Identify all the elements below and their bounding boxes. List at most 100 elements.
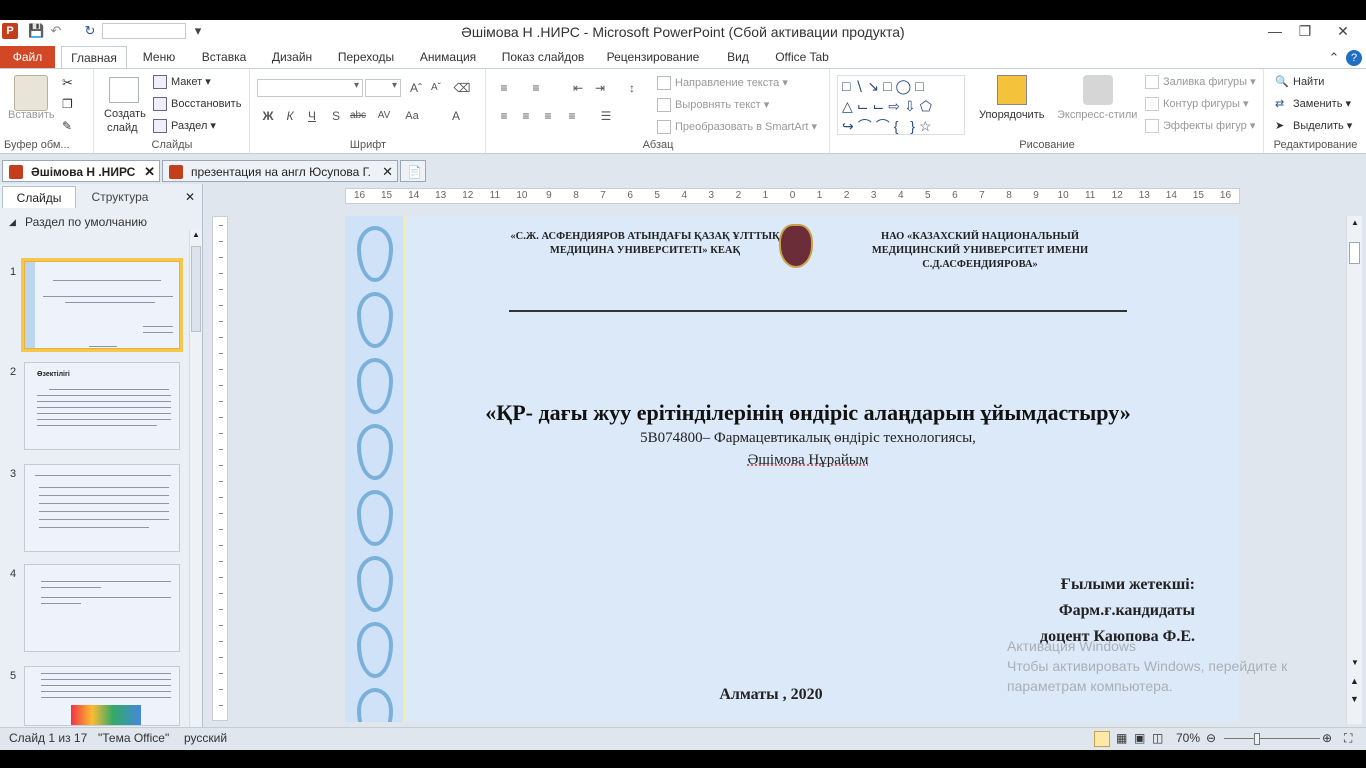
slide-subtitle[interactable]: 5В074800– Фармацевтикалық өндіріс технол… xyxy=(405,430,1211,447)
section-header[interactable]: ◢ Раздел по умолчанию xyxy=(0,212,190,232)
doc-tab-active[interactable]: Әшімова Н .НИРС ✕ xyxy=(2,160,160,182)
tab-file[interactable]: Файл xyxy=(0,46,55,68)
slide-thumbnail-3[interactable] xyxy=(24,464,180,552)
font-color-icon[interactable]: A xyxy=(447,107,465,125)
format-painter-icon[interactable]: ✎ xyxy=(62,119,72,133)
align-center-icon[interactable]: ≡ xyxy=(517,107,535,125)
slide-title[interactable]: «ҚР- дағы жуу ерітінділерінің өндіріс ал… xyxy=(405,400,1211,426)
increase-indent-icon[interactable]: ⇥ xyxy=(591,79,609,97)
justify-icon[interactable]: ≡ xyxy=(563,107,581,125)
tab-slides[interactable]: Слайды xyxy=(2,186,76,208)
strikethrough-icon[interactable]: abc xyxy=(349,107,367,125)
text-direction-button[interactable]: Направление текста ▾ xyxy=(657,76,788,91)
collapse-section-icon[interactable]: ◢ xyxy=(9,212,16,232)
tab-transitions[interactable]: Переходы xyxy=(331,46,401,68)
align-right-icon[interactable]: ≡ xyxy=(539,107,557,125)
slide-thumbnail-5[interactable] xyxy=(24,666,180,726)
quick-styles-icon[interactable] xyxy=(1083,75,1113,105)
bold-icon[interactable]: Ж xyxy=(259,107,277,125)
clear-format-icon[interactable]: ⌫ xyxy=(453,79,471,97)
zoom-in-icon[interactable]: ⊕ xyxy=(1322,731,1332,745)
slides-pane-scrollbar[interactable]: ▲ xyxy=(189,230,202,727)
paste-button[interactable]: Вставить xyxy=(8,109,55,121)
zoom-level[interactable]: 70% xyxy=(1176,731,1200,745)
close-tab-icon[interactable]: ✕ xyxy=(144,161,155,183)
advisor-label[interactable]: Ғылыми жетекші: xyxy=(1061,576,1195,594)
line-spacing-icon[interactable]: ↕ xyxy=(623,79,641,97)
next-slide-icon[interactable]: ▼ xyxy=(1350,694,1359,704)
replace-button[interactable]: ⇄ Заменить ▾ xyxy=(1275,97,1351,111)
italic-icon[interactable]: К xyxy=(281,107,299,125)
language[interactable]: русский xyxy=(184,731,227,745)
tab-outline[interactable]: Структура xyxy=(78,186,162,208)
columns-icon[interactable]: ☰ xyxy=(597,107,615,125)
quick-styles-button[interactable]: Экспресс-стили xyxy=(1057,109,1137,121)
align-text-button[interactable]: Выровнять текст ▾ xyxy=(657,98,769,113)
numbering-icon[interactable]: ≡ xyxy=(527,79,545,97)
collapse-ribbon-icon[interactable]: ⌃ xyxy=(1326,50,1342,66)
close-pane-icon[interactable]: ✕ xyxy=(182,186,198,208)
shrink-font-icon[interactable]: Aˇ xyxy=(427,79,445,97)
copy-icon[interactable]: ❐ xyxy=(62,97,73,111)
doc-tab-2[interactable]: презентация на англ Юсупова Г. ✕ xyxy=(162,160,398,182)
zoom-slider[interactable] xyxy=(1224,738,1320,739)
maximize-button[interactable]: ❐ xyxy=(1292,22,1318,40)
help-icon[interactable]: ? xyxy=(1346,50,1362,66)
change-case-icon[interactable]: Aa xyxy=(403,107,421,125)
find-button[interactable]: 🔍 Найти xyxy=(1275,75,1324,89)
normal-view-icon[interactable] xyxy=(1094,731,1110,747)
fit-to-window-icon[interactable]: ⛶ xyxy=(1344,731,1352,746)
scroll-up-icon[interactable]: ▲ xyxy=(1351,218,1359,227)
reading-view-icon[interactable]: ▣ xyxy=(1134,731,1145,745)
shape-effects-button[interactable]: Эффекты фигур ▾ xyxy=(1145,119,1255,134)
close-tab-icon[interactable]: ✕ xyxy=(382,161,393,183)
close-window-button[interactable]: ✕ xyxy=(1330,22,1356,40)
underline-icon[interactable]: Ч xyxy=(303,107,321,125)
shadow-icon[interactable]: S xyxy=(327,107,345,125)
tab-animation[interactable]: Анимация xyxy=(413,46,483,68)
zoom-out-icon[interactable]: ⊖ xyxy=(1206,731,1216,745)
scroll-thumb[interactable] xyxy=(1349,242,1360,264)
slide-thumbnail-2[interactable]: Өзектілігі xyxy=(24,362,180,450)
advisor-degree[interactable]: Фарм.ғ.кандидаты xyxy=(1059,602,1195,620)
paste-icon[interactable] xyxy=(14,75,48,111)
tab-design[interactable]: Дизайн xyxy=(265,46,319,68)
shapes-gallery[interactable]: □∖↘□◯□ △⌙⌙⇨⇩⬠ ↪⌒⌒{ }☆ xyxy=(837,75,965,135)
layout-button[interactable]: Макет ▾ xyxy=(153,75,211,90)
tab-view[interactable]: Вид xyxy=(718,46,758,68)
new-slide-button[interactable]: Создать xyxy=(104,108,146,120)
slide-author[interactable]: Әшімова Нұрайым xyxy=(405,452,1211,469)
zoom-slider-thumb[interactable] xyxy=(1254,733,1260,745)
decrease-indent-icon[interactable]: ⇤ xyxy=(569,79,587,97)
scroll-thumb[interactable] xyxy=(191,246,201,332)
previous-slide-icon[interactable]: ▲ xyxy=(1350,676,1359,686)
cut-icon[interactable]: ✂ xyxy=(62,75,73,91)
smartart-button[interactable]: Преобразовать в SmartArt ▾ xyxy=(657,120,817,135)
grow-font-icon[interactable]: Aˆ xyxy=(407,79,425,97)
shape-fill-button[interactable]: Заливка фигуры ▾ xyxy=(1145,75,1256,90)
slide-sorter-icon[interactable]: ▦ xyxy=(1116,731,1127,745)
tab-insert[interactable]: Вставка xyxy=(195,46,253,68)
slideshow-icon[interactable]: ◫ xyxy=(1152,731,1163,745)
tab-slideshow[interactable]: Показ слайдов xyxy=(495,46,591,68)
new-slide-icon[interactable] xyxy=(109,77,139,103)
theme-name[interactable]: "Тема Office" xyxy=(98,731,169,745)
shape-outline-button[interactable]: Контур фигуры ▾ xyxy=(1145,97,1249,112)
section-button[interactable]: Раздел ▾ xyxy=(153,119,216,134)
slide-thumbnail-4[interactable] xyxy=(24,564,180,652)
arrange-icon[interactable] xyxy=(997,75,1027,105)
arrange-button[interactable]: Упорядочить xyxy=(979,109,1044,121)
scroll-up-icon[interactable]: ▲ xyxy=(192,230,200,239)
new-tab-icon[interactable]: 📄 xyxy=(400,160,426,182)
tab-office-tab[interactable]: Office Tab xyxy=(770,46,834,68)
tab-menu[interactable]: Меню xyxy=(135,46,183,68)
reset-button[interactable]: Восстановить xyxy=(153,97,241,111)
new-slide-button-line2[interactable]: слайд xyxy=(107,122,138,134)
scroll-down-icon[interactable]: ▼ xyxy=(1351,658,1359,667)
slide-thumbnail-1[interactable] xyxy=(21,258,183,352)
minimize-button[interactable]: — xyxy=(1262,22,1288,40)
tab-review[interactable]: Рецензирование xyxy=(601,46,705,68)
tab-home[interactable]: Главная xyxy=(61,46,127,69)
font-size-combo[interactable]: ▾ xyxy=(365,79,401,97)
spacing-icon[interactable]: AV xyxy=(375,107,393,125)
